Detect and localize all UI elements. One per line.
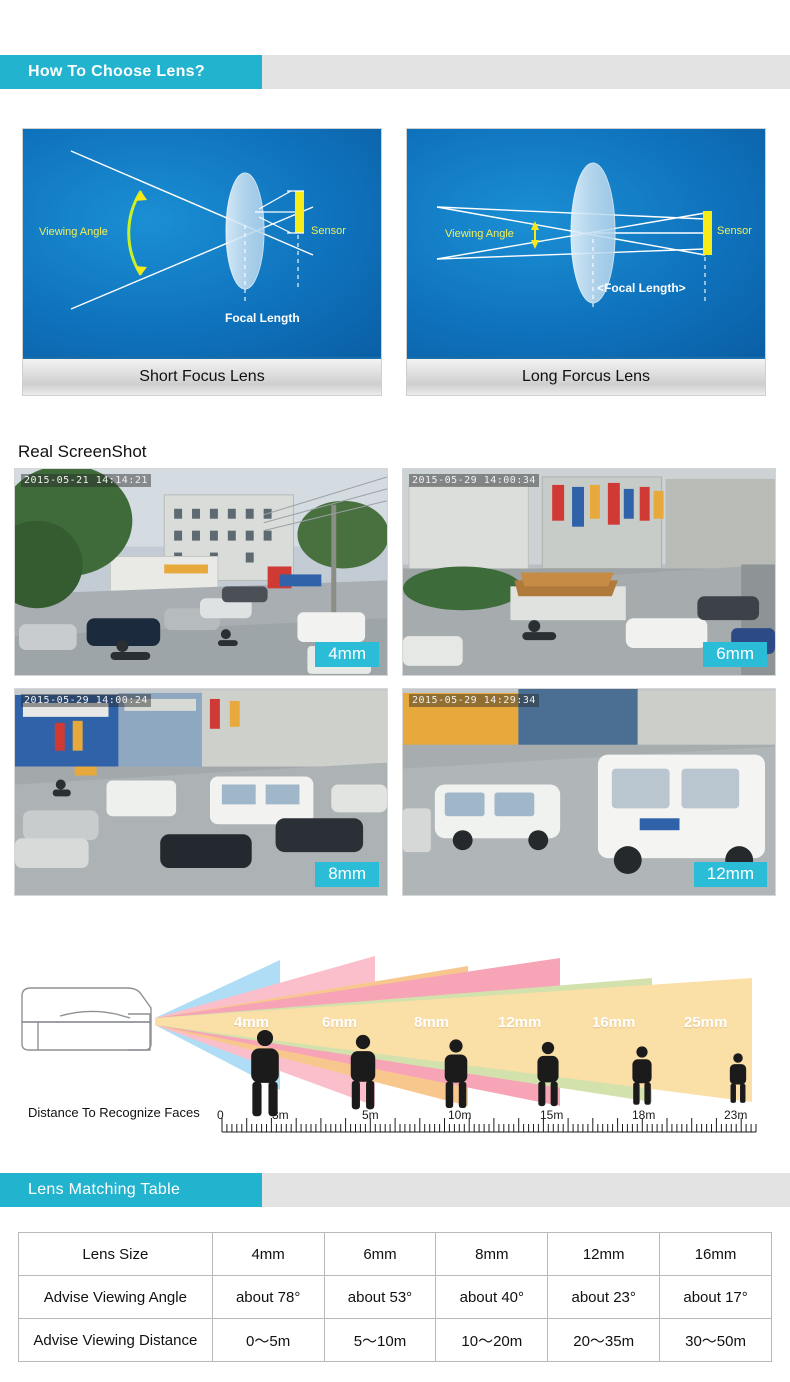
lens-diagrams: Viewing Angle Sensor Focal Length Short …	[0, 128, 790, 398]
table-cell: 20～35m	[547, 1318, 661, 1362]
table-cell: about 23°	[547, 1275, 661, 1319]
lens-matching-table-wrap: Lens Size 4mm 6mm 8mm 12mm 16mm Advise V…	[18, 1232, 772, 1362]
screenshot-row: 2015-05-21 14:14:21 4mm 2015-05-29 14:00…	[14, 468, 776, 676]
screenshot-badge-6mm: 6mm	[703, 642, 767, 667]
label-sensor-long: Sensor	[717, 225, 752, 237]
screenshot-badge-8mm: 8mm	[315, 862, 379, 887]
label-viewing-angle-long: Viewing Angle	[445, 228, 514, 240]
screenshot-timestamp: 2015-05-29 14:29:34	[409, 694, 539, 707]
label-focal-length-short: Focal Length	[225, 311, 300, 325]
coverage-label-4mm: 4mm	[234, 1014, 270, 1031]
label-focal-length-long: <Focal Length>	[597, 281, 686, 295]
section-banner-lens-matching-table: Lens Matching Table	[0, 1173, 790, 1207]
ruler-tick-3m: 3m	[272, 1108, 289, 1122]
product-detail-page: How To Choose Lens? Viewing Angle Sensor…	[0, 0, 790, 1382]
table-cell: 8mm	[435, 1232, 549, 1276]
table-cell: about 40°	[435, 1275, 549, 1319]
table-cell: 12mm	[547, 1232, 661, 1276]
diagram-short-focus-canvas: Viewing Angle Sensor Focal Length	[23, 129, 381, 357]
coverage-label-8mm: 8mm	[414, 1014, 450, 1031]
coverage-label-12mm: 12mm	[498, 1014, 542, 1031]
screenshot-badge-12mm: 12mm	[693, 862, 767, 887]
ruler-tick-10m: 10m	[448, 1108, 472, 1122]
ruler-tick-0: 0	[217, 1108, 224, 1122]
diagram-long-focus-lens: Viewing Angle Sensor <Focal Length> Long…	[406, 128, 766, 396]
coverage-label-25mm: 25mm	[684, 1014, 728, 1031]
screenshot-badge-4mm: 4mm	[315, 642, 379, 667]
coverage-label-16mm: 16mm	[592, 1014, 636, 1031]
screenshot-4mm[interactable]: 2015-05-21 14:14:21 4mm	[14, 468, 388, 676]
label-viewing-angle-short: Viewing Angle	[39, 226, 108, 238]
screenshot-timestamp: 2015-05-29 14:00:24	[21, 694, 151, 707]
screenshot-12mm[interactable]: 2015-05-29 14:29:34 12mm	[402, 688, 776, 896]
table-cell: 5～10m	[323, 1318, 437, 1362]
coverage-label-6mm: 6mm	[322, 1014, 358, 1031]
screenshot-6mm[interactable]: 2015-05-29 14:00:34 6mm	[402, 468, 776, 676]
distance-ruler	[221, 1118, 757, 1133]
table-cell: 4mm	[211, 1232, 325, 1276]
table-cell: about 17°	[659, 1275, 772, 1319]
caption-long-focus-lens: Long Forcus Lens	[407, 357, 765, 395]
table-row: Lens Size 4mm 6mm 8mm 12mm 16mm	[18, 1232, 772, 1276]
screenshot-timestamp: 2015-05-21 14:14:21	[21, 474, 151, 487]
ruler-tick-5m: 5m	[362, 1108, 379, 1122]
table-row-header: Advise Viewing Angle	[18, 1275, 213, 1319]
screenshot-8mm[interactable]: 2015-05-29 14:00:24 8mm	[14, 688, 388, 896]
diagram-long-focus-canvas: Viewing Angle Sensor <Focal Length>	[407, 129, 765, 357]
table-cell: 0～5m	[211, 1318, 325, 1362]
section-title-how-to-choose: How To Choose Lens?	[0, 55, 262, 89]
caption-short-focus-lens: Short Focus Lens	[23, 357, 381, 395]
bullet-camera-icon	[21, 987, 152, 1051]
lens-matching-table: Lens Size 4mm 6mm 8mm 12mm 16mm Advise V…	[18, 1232, 772, 1362]
table-cell: 30～50m	[659, 1318, 772, 1362]
table-cell: 10～20m	[435, 1318, 549, 1362]
short-focus-optics-svg	[70, 150, 314, 310]
section-banner-how-to-choose: How To Choose Lens?	[0, 55, 790, 89]
diagram-short-focus-lens: Viewing Angle Sensor Focal Length Short …	[22, 128, 382, 396]
lens-coverage-diagram: 4mm 6mm 8mm 12mm 16mm 25mm 0 3m 5m 10m 1…	[0, 930, 790, 1165]
table-cell: 6mm	[323, 1232, 437, 1276]
table-row: Advise Viewing Distance 0～5m 5～10m 10～20…	[18, 1318, 772, 1362]
real-screenshot-gallery: 2015-05-21 14:14:21 4mm 2015-05-29 14:00…	[14, 468, 776, 908]
coverage-fan-svg	[21, 956, 757, 1133]
screenshot-row: 2015-05-29 14:00:24 8mm 2015-05-29 14:29…	[14, 688, 776, 896]
table-row: Advise Viewing Angle about 78° about 53°…	[18, 1275, 772, 1319]
ruler-tick-15m: 15m	[540, 1108, 564, 1122]
long-focus-optics-svg	[436, 162, 712, 309]
screenshot-timestamp: 2015-05-29 14:00:34	[409, 474, 539, 487]
real-screenshot-title: Real ScreenShot	[18, 442, 147, 461]
section-title-lens-matching-table: Lens Matching Table	[0, 1173, 262, 1207]
ruler-tick-23m: 23m	[724, 1108, 748, 1122]
table-cell: about 78°	[211, 1275, 325, 1319]
coverage-wedges	[155, 956, 752, 1106]
table-row-header: Lens Size	[18, 1232, 213, 1276]
label-sensor-short: Sensor	[311, 225, 346, 237]
table-cell: 16mm	[659, 1232, 772, 1276]
table-cell: about 53°	[323, 1275, 437, 1319]
coverage-caption: Distance To Recognize Faces	[28, 1105, 200, 1120]
table-row-header: Advise Viewing Distance	[18, 1318, 213, 1362]
ruler-tick-18m: 18m	[632, 1108, 656, 1122]
